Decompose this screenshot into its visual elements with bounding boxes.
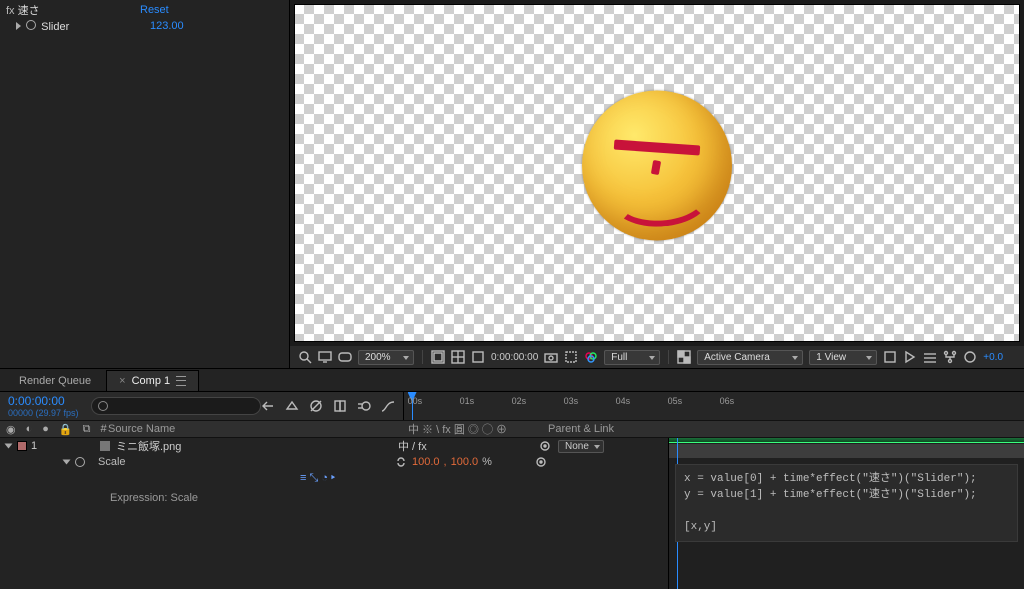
ruler-tick: 02s (512, 396, 527, 406)
layer-name[interactable]: ミニ飯塚.png (116, 438, 181, 454)
layer-color-label[interactable] (17, 441, 27, 451)
timeline-panel: Render Queue × Comp 1 0:00:00:00 00000 (… (0, 368, 1024, 589)
viewer-toolbar: 200% 0:00:00:00 Full Active Camera 1 Vie… (290, 346, 1024, 368)
work-area-bar[interactable] (669, 438, 1024, 443)
camera-dropdown[interactable]: Active Camera (697, 350, 803, 365)
solo-column-icon[interactable]: ● (42, 423, 49, 435)
timeline-tool-icons (261, 399, 395, 413)
draft3d-icon[interactable] (285, 399, 299, 413)
panel-menu-icon[interactable] (176, 376, 186, 386)
slider-property-value[interactable]: 123.00 (150, 20, 184, 32)
property-name: Scale (98, 456, 394, 468)
fast-preview-icon[interactable] (903, 350, 917, 364)
scale-x-value[interactable]: 100.0 (412, 456, 440, 468)
mask-toggle-icon[interactable] (338, 350, 352, 364)
preview-content-face (582, 91, 732, 241)
exposure-reset-icon[interactable] (963, 350, 977, 364)
view-layout-dropdown[interactable]: 1 View (809, 350, 877, 365)
fx-badge: fx (6, 5, 15, 17)
zoom-dropdown[interactable]: 200% (358, 350, 414, 365)
timeline-search-input[interactable] (91, 397, 261, 415)
motion-blur-icon[interactable] (357, 399, 371, 413)
parent-link-column: Parent & Link (548, 423, 668, 435)
property-row-scale[interactable]: Scale 100.0,100.0% (0, 454, 668, 470)
effect-reset-button[interactable]: Reset (140, 4, 169, 16)
timeline-column-header: ◉ ◐ ● 🔒 ⧉ # Source Name 中 ※ \ fx 圓 ◎ ◯ ⊕… (0, 421, 1024, 438)
timeline-header: 0:00:00:00 00000 (29.97 fps) 00s 01s 02s… (0, 392, 1024, 421)
expression-editor[interactable]: x = value[0] + time*effect("速さ")("Slider… (675, 464, 1018, 542)
composition-viewer-panel: 200% 0:00:00:00 Full Active Camera 1 Vie… (290, 0, 1024, 368)
ruler-tick: 06s (720, 396, 735, 406)
layer-duration-bar[interactable] (669, 444, 1024, 458)
flowchart-icon[interactable] (943, 350, 957, 364)
grid-icon[interactable] (451, 350, 465, 364)
slider-property-label[interactable]: Slider (41, 21, 69, 33)
tab-close-icon[interactable]: × (119, 375, 125, 387)
expression-tools[interactable]: ≡ ⤡ ◔ ▸ (300, 472, 335, 485)
stopwatch-icon[interactable] (75, 457, 85, 467)
audio-column-icon[interactable]: ◐ (26, 423, 33, 435)
exposure-value[interactable]: +0.0 (983, 352, 1003, 363)
roi-icon[interactable] (564, 350, 578, 364)
channel-toggle-icon[interactable] (471, 350, 485, 364)
stopwatch-icon[interactable] (26, 20, 36, 30)
snapshot-icon[interactable] (544, 350, 558, 364)
ruler-tick: 03s (564, 396, 579, 406)
time-ruler[interactable]: 00s 01s 02s 03s 04s 05s 06s (403, 392, 1024, 420)
twirl-icon[interactable] (5, 444, 13, 449)
graph-editor-icon[interactable] (381, 399, 395, 413)
timeline-tracks[interactable]: x = value[0] + time*effect("速さ")("Slider… (669, 438, 1024, 589)
lock-column-icon[interactable]: 🔒 (59, 423, 73, 436)
footage-icon (98, 439, 112, 453)
constrain-proportions-icon[interactable] (394, 455, 408, 469)
transparency-grid-icon[interactable] (677, 350, 691, 364)
parent-dropdown[interactable]: None (558, 440, 604, 453)
composition-viewer[interactable] (294, 4, 1020, 342)
source-name-column[interactable]: Source Name (104, 423, 408, 435)
safe-zones-icon[interactable] (431, 350, 445, 364)
twirl-icon[interactable] (63, 460, 71, 465)
timeline-icon[interactable] (923, 350, 937, 364)
eye-column-icon[interactable]: ◉ (6, 423, 16, 436)
ruler-tick: 00s (408, 396, 423, 406)
ruler-tick: 05s (668, 396, 683, 406)
tab-comp[interactable]: × Comp 1 (106, 370, 199, 391)
current-time-display[interactable]: 0:00:00:00 00000 (29.97 fps) (0, 394, 87, 418)
frame-blend-icon[interactable] (333, 399, 347, 413)
timeline-tabs: Render Queue × Comp 1 (0, 369, 1024, 392)
pixel-aspect-icon[interactable] (883, 350, 897, 364)
monitor-icon[interactable] (318, 350, 332, 364)
layer-index: 1 (31, 440, 37, 452)
pickwhip-icon[interactable] (538, 439, 552, 453)
label-column-icon[interactable]: ⧉ (83, 423, 91, 436)
switches-column: 中 ※ \ fx 圓 ◎ ◯ ⊕ (408, 421, 548, 437)
shy-icon[interactable] (309, 399, 323, 413)
ruler-tick: 01s (460, 396, 475, 406)
comp-mini-flowchart-icon[interactable] (261, 399, 275, 413)
resolution-dropdown[interactable]: Full (604, 350, 660, 365)
timeline-search[interactable] (91, 397, 261, 415)
layer-row[interactable]: 1 ミニ飯塚.png 中 / fx None (0, 438, 668, 454)
viewer-time-display[interactable]: 0:00:00:00 (491, 352, 538, 363)
expression-label: Expression: Scale (0, 486, 668, 504)
expression-tool-row: ≡ ⤡ ◔ ▸ (0, 470, 668, 486)
tab-render-queue[interactable]: Render Queue (6, 370, 104, 391)
magnify-icon[interactable] (298, 350, 312, 364)
twirl-icon[interactable] (16, 22, 21, 30)
scale-y-value[interactable]: 100.0 (451, 456, 479, 468)
layer-list: 1 ミニ飯塚.png 中 / fx None Scale (0, 438, 669, 589)
ruler-tick: 04s (616, 396, 631, 406)
color-mgmt-icon[interactable] (584, 350, 598, 364)
effect-name[interactable]: 速さ (18, 5, 40, 17)
pickwhip-icon[interactable] (534, 455, 548, 469)
layer-switches[interactable]: 中 / fx (398, 438, 538, 454)
effect-controls-panel: fx 速さ Reset Slider 123.00 (0, 0, 290, 368)
